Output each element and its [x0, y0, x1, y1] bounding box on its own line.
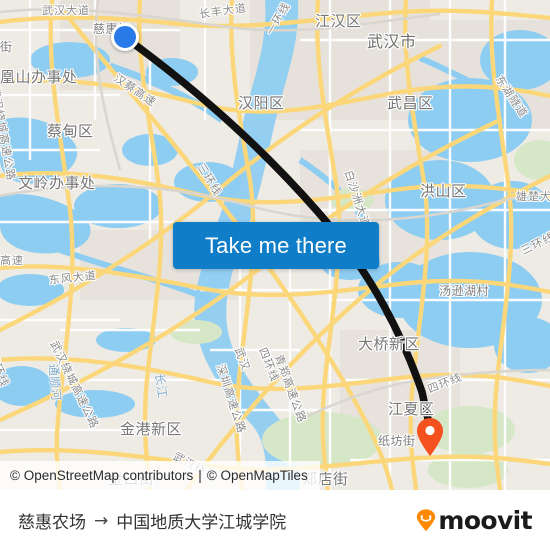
- origin-marker[interactable]: [111, 23, 139, 51]
- map-attribution[interactable]: © OpenStreetMap contributors | © OpenMap…: [0, 461, 320, 490]
- moovit-trip-map-screen: 武汉大道 慈惠街 长丰大道 江汉区 一环线 武汉市街凰山办事处 汉蔡高速 汉阳区 武昌区 武汉绕城…: [0, 0, 550, 550]
- route-arrow-icon: →: [94, 510, 109, 531]
- attribution-separator: |: [198, 468, 202, 483]
- trip-footer: 慈惠农场 → 中国地质大学江城学院 moovit: [0, 490, 550, 550]
- map-pin-icon: [417, 418, 443, 456]
- route-destination-label: 中国地质大学江城学院: [116, 513, 287, 533]
- route-summary: 慈惠农场 → 中国地质大学江城学院: [18, 508, 287, 534]
- route-origin-label: 慈惠农场: [18, 513, 86, 533]
- take-me-there-button[interactable]: Take me there: [173, 222, 379, 269]
- moovit-logo[interactable]: moovit: [416, 506, 533, 535]
- destination-marker[interactable]: [415, 417, 445, 457]
- map-view[interactable]: 武汉大道 慈惠街 长丰大道 江汉区 一环线 武汉市街凰山办事处 汉蔡高速 汉阳区 武昌区 武汉绕城…: [0, 0, 550, 490]
- openmaptiles-attribution-link[interactable]: © OpenMapTiles: [207, 468, 308, 483]
- osm-attribution-link[interactable]: © OpenStreetMap contributors: [10, 468, 193, 483]
- moovit-pin-icon: [416, 509, 436, 532]
- moovit-wordmark: moovit: [438, 506, 532, 535]
